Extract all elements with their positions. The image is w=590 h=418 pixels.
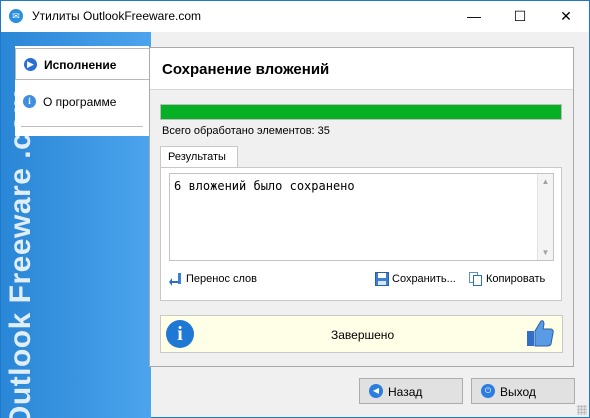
- results-text: 6 вложений было сохранено: [174, 179, 355, 193]
- save-icon: [375, 272, 389, 286]
- copy-icon: [469, 272, 482, 286]
- info-icon: i: [23, 95, 36, 108]
- nav-panel: ▶ Исполнение i О программе: [15, 46, 149, 136]
- progress-bar: [160, 104, 562, 120]
- tab-results-label: Результаты: [168, 151, 226, 163]
- content-header: Сохранение вложений: [150, 48, 573, 90]
- info-icon: i: [166, 320, 194, 348]
- close-button[interactable]: ✕: [543, 1, 589, 32]
- nav-divider: [21, 126, 143, 127]
- page-title: Сохранение вложений: [162, 61, 330, 78]
- minimize-button[interactable]: —: [451, 1, 497, 32]
- tab-results[interactable]: Результаты: [160, 146, 238, 168]
- vertical-scrollbar[interactable]: ▲ ▼: [537, 174, 553, 260]
- title-bar: ✉ Утилиты OutlookFreeware.com — ☐ ✕: [1, 1, 589, 32]
- progress-fill: [161, 105, 561, 119]
- maximize-button[interactable]: ☐: [497, 1, 543, 32]
- sidebar-item-execution[interactable]: ▶ Исполнение: [15, 48, 149, 80]
- word-wrap-icon: [169, 273, 181, 286]
- sidebar-item-about[interactable]: i О программе: [15, 86, 149, 118]
- app-window: ✉ Утилиты OutlookFreeware.com — ☐ ✕ Outl…: [0, 0, 590, 418]
- status-text: Завершено: [331, 328, 395, 342]
- play-icon: ▶: [24, 58, 37, 71]
- main-content: Сохранение вложений Всего обработано эле…: [149, 47, 574, 367]
- scroll-down-icon[interactable]: ▼: [538, 245, 553, 260]
- exit-button[interactable]: ⏻ Выход: [471, 378, 575, 404]
- resize-grip[interactable]: [577, 405, 587, 415]
- word-wrap-label: Перенос слов: [186, 273, 258, 285]
- sidebar-item-label: О программе: [43, 95, 117, 109]
- status-panel: i Завершено: [160, 315, 563, 353]
- back-button[interactable]: ◀ Назад: [359, 378, 463, 404]
- app-logo-icon: ✉: [9, 9, 23, 23]
- scroll-up-icon[interactable]: ▲: [538, 174, 553, 189]
- back-label: Назад: [388, 385, 423, 399]
- save-label: Сохранить...: [392, 273, 456, 285]
- tab-panel-results: 6 вложений было сохранено ▲ ▼ Перенос сл…: [160, 167, 562, 301]
- back-icon: ◀: [369, 384, 383, 398]
- copy-label: Копировать: [486, 273, 546, 285]
- processed-count: Всего обработано элементов: 35: [162, 125, 330, 137]
- power-icon: ⏻: [481, 384, 495, 398]
- window-title: Утилиты OutlookFreeware.com: [32, 9, 202, 23]
- thumbs-up-icon: [527, 320, 554, 347]
- sidebar-brand: Outlook Freeware .com: [4, 86, 37, 418]
- sidebar-item-label: Исполнение: [44, 58, 117, 72]
- exit-label: Выход: [500, 385, 536, 399]
- results-textarea[interactable]: 6 вложений было сохранено ▲ ▼: [169, 173, 554, 261]
